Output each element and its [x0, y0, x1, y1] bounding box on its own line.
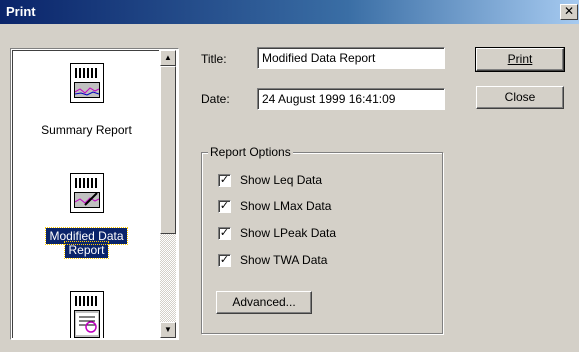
title-bar: Print ✕ — [0, 0, 579, 24]
report-item-modified-data[interactable]: Modified Data Report — [13, 159, 159, 269]
report-options-heading: Report Options — [208, 145, 293, 159]
title-label: Title: — [201, 52, 227, 66]
report-item-summary[interactable]: Summary Report — [13, 55, 159, 151]
checkbox-checked-icon[interactable]: ✓ — [218, 174, 231, 187]
option-label: Show Leq Data — [240, 173, 323, 187]
close-icon: ✕ — [563, 4, 575, 18]
report-item-detail[interactable] — [13, 287, 159, 338]
window-title: Print — [6, 4, 36, 19]
advanced-button-label: Advanced... — [232, 295, 296, 309]
checkbox-checked-icon[interactable]: ✓ — [218, 200, 231, 213]
report-list-content: Summary Report Modified Data Report — [12, 50, 159, 338]
advanced-button[interactable]: Advanced... — [216, 291, 312, 314]
print-button[interactable]: Print — [475, 47, 565, 72]
date-label: Date: — [201, 92, 230, 106]
scroll-thumb[interactable] — [160, 66, 176, 234]
close-window-button[interactable]: ✕ — [560, 4, 578, 20]
report-item-label-selected: Modified Data Report — [13, 227, 159, 259]
arrow-up-icon: ▲ — [164, 53, 172, 62]
option-label: Show LPeak Data — [240, 226, 337, 240]
report-list-scrollbar[interactable]: ▲ ▼ — [160, 50, 176, 338]
checkbox-checked-icon[interactable]: ✓ — [218, 254, 231, 267]
close-button[interactable]: Close — [476, 86, 564, 109]
title-input[interactable]: Modified Data Report — [257, 47, 445, 69]
scroll-down-button[interactable]: ▼ — [160, 322, 176, 338]
checkbox-checked-icon[interactable]: ✓ — [218, 227, 231, 240]
date-input[interactable]: 24 August 1999 16:41:09 — [257, 88, 445, 110]
print-button-label: Print — [507, 52, 533, 66]
option-label: Show LMax Data — [240, 199, 332, 213]
report-item-label: Summary Report — [41, 123, 132, 137]
scroll-up-button[interactable]: ▲ — [160, 50, 176, 66]
report-options-group: Report Options ✓ Show Leq Data ✓ Show LM… — [201, 145, 443, 334]
detail-report-icon — [70, 291, 104, 338]
option-label: Show TWA Data — [240, 253, 328, 267]
arrow-down-icon: ▼ — [164, 325, 172, 334]
close-button-label: Close — [504, 90, 536, 104]
summary-report-icon — [70, 63, 104, 103]
modified-data-report-icon — [70, 173, 104, 213]
report-list[interactable]: Summary Report Modified Data Report ▲ ▼ — [10, 48, 179, 340]
